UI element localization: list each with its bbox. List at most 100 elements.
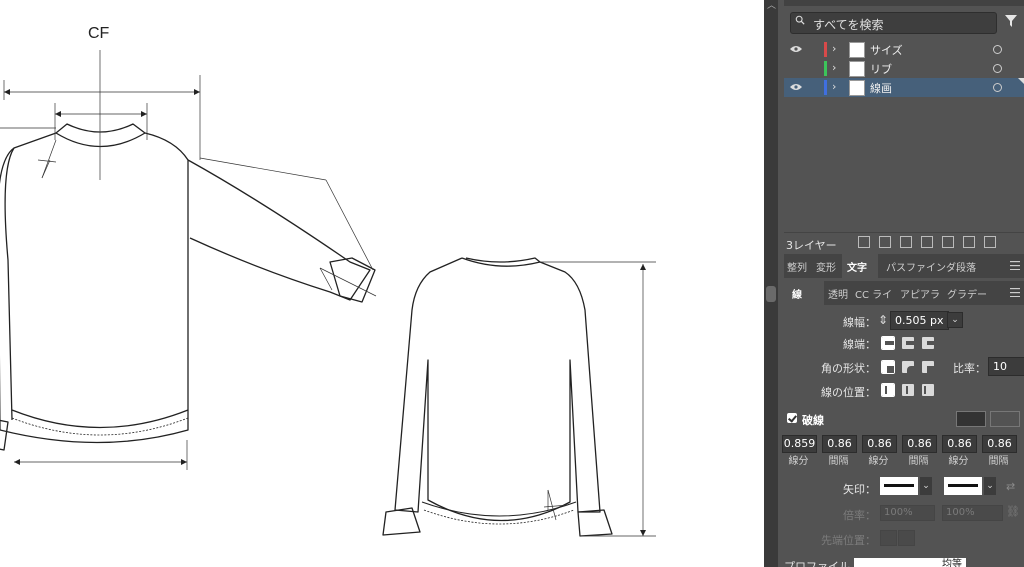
end-arrowhead-dropdown[interactable]: ⌄: [984, 477, 996, 495]
stroke-weight-input[interactable]: 0.505 px: [890, 311, 949, 330]
expand-chevron-icon[interactable]: ›: [832, 42, 836, 55]
dash-2-input[interactable]: 0.86: [862, 435, 897, 453]
delete-layer-icon[interactable]: [984, 236, 996, 248]
round-join-icon[interactable]: [902, 361, 914, 373]
dash-caption: 線分: [948, 456, 969, 467]
tab-appearance[interactable]: アピアラ: [900, 286, 940, 301]
gap-1-input[interactable]: 0.86: [822, 435, 857, 453]
new-layer-icon[interactable]: [963, 236, 975, 248]
search-placeholder: すべてを検索: [813, 18, 884, 32]
selection-indicator-icon: [1018, 78, 1024, 84]
align-inside-icon[interactable]: [902, 384, 914, 396]
gap-caption: 間隔: [988, 456, 1009, 467]
locate-object-icon[interactable]: [900, 236, 912, 248]
dash-1-input[interactable]: 0.859: [782, 435, 817, 453]
bevel-join-icon[interactable]: [922, 361, 934, 373]
tab-character[interactable]: 文字: [847, 259, 867, 274]
layer-row-size[interactable]: › サイズ: [784, 40, 1024, 59]
layer-target-icon[interactable]: [993, 45, 1002, 54]
layer-color-swatch: [824, 42, 827, 57]
start-arrowhead-select[interactable]: [880, 477, 918, 495]
link-scale-icon[interactable]: ⛓: [1006, 505, 1020, 518]
projecting-cap-icon[interactable]: [922, 337, 934, 349]
dash-3-input[interactable]: 0.86: [942, 435, 977, 453]
panel-menu-icon[interactable]: [1010, 261, 1020, 270]
new-sublayer-icon[interactable]: [942, 236, 954, 248]
stroke-weight-dropdown[interactable]: ⌄: [947, 312, 963, 328]
collapse-chevron-icon[interactable]: ︿: [767, 0, 776, 11]
export-icon[interactable]: [879, 236, 891, 248]
stepper-icon[interactable]: ⇕: [878, 313, 888, 327]
panel-menu-icon[interactable]: [1010, 288, 1020, 297]
back-hem-stitch: [423, 509, 575, 525]
profile-select[interactable]: 均等: [854, 558, 966, 567]
align-stroke-label: 線の位置：: [821, 386, 876, 399]
gap-2-input[interactable]: 0.86: [902, 435, 937, 453]
tab-paragraph[interactable]: 段落: [956, 259, 976, 274]
eye-icon[interactable]: [790, 45, 802, 53]
layer-color-swatch: [824, 80, 827, 95]
sleeve-length-line: [199, 157, 327, 181]
miter-ratio-input[interactable]: 10: [988, 357, 1024, 376]
front-body: [0, 132, 189, 444]
tab-gradient[interactable]: グラデー: [947, 286, 987, 301]
expand-chevron-icon[interactable]: ›: [832, 80, 836, 93]
tab-transform[interactable]: 変形: [816, 259, 836, 274]
panel-grip-handle[interactable]: [766, 286, 776, 302]
gap-3-input[interactable]: 0.86: [982, 435, 1017, 453]
layer-row-rib[interactable]: › リブ: [784, 59, 1024, 78]
cap-label: 線端：: [843, 338, 876, 351]
gap-caption: 間隔: [908, 456, 929, 467]
layer-search-input[interactable]: すべてを検索: [790, 12, 997, 34]
align-center-icon[interactable]: [881, 383, 895, 397]
tab-pathfinder[interactable]: パスファインダ: [886, 259, 956, 274]
end-scale-input[interactable]: 100%: [942, 505, 1003, 521]
filter-icon[interactable]: [1005, 15, 1017, 27]
layer-name[interactable]: サイズ: [870, 42, 903, 58]
scale-label: 倍率：: [843, 509, 876, 522]
round-cap-icon[interactable]: [902, 337, 914, 349]
garment-drawing: [0, 50, 656, 537]
artboard-canvas[interactable]: CF: [0, 0, 764, 567]
gap-caption: 間隔: [828, 456, 849, 467]
layer-name[interactable]: リブ: [870, 61, 892, 77]
ratio-label: 比率：: [953, 362, 986, 375]
expand-chevron-icon[interactable]: ›: [832, 61, 836, 74]
eye-icon[interactable]: [790, 83, 802, 91]
panel-collapse-strip[interactable]: ︿: [764, 0, 778, 567]
profile-label: プロファイル: [784, 560, 850, 567]
collect-export-icon[interactable]: [858, 236, 870, 248]
tip-extend-icon[interactable]: [880, 530, 897, 546]
tab-transparency[interactable]: 透明: [828, 286, 848, 301]
miter-join-icon[interactable]: [881, 360, 895, 374]
layer-color-swatch: [824, 61, 827, 76]
panel-tab-bar-1: 整列 変形 文字 パスファインダ 段落: [784, 254, 1024, 278]
cf-label: CF: [88, 25, 110, 42]
back-neck: [461, 257, 541, 267]
end-arrowhead-select[interactable]: [944, 477, 982, 495]
dashed-line-label: 破線: [802, 414, 824, 427]
butt-cap-icon[interactable]: [881, 336, 895, 350]
layer-count: 3レイヤー: [786, 239, 837, 252]
swap-arrowheads-icon[interactable]: ⇄: [1006, 480, 1015, 493]
panel-tab-bar-2: 線 透明 CC ライ アピアラ グラデー: [784, 281, 1024, 305]
tip-place-icon[interactable]: [898, 530, 915, 546]
align-outside-icon[interactable]: [922, 384, 934, 396]
back-right-cuff: [577, 509, 613, 537]
tab-align[interactable]: 整列: [787, 259, 807, 274]
tab-stroke[interactable]: 線: [792, 286, 802, 301]
layer-row-line-art[interactable]: › 線画: [784, 78, 1024, 97]
start-arrowhead-dropdown[interactable]: ⌄: [920, 477, 932, 495]
layer-target-icon[interactable]: [993, 83, 1002, 92]
layer-name[interactable]: 線画: [870, 80, 892, 96]
layer-thumbnail: [849, 80, 865, 96]
dashed-line-checkbox[interactable]: [787, 413, 797, 423]
layer-target-icon[interactable]: [993, 64, 1002, 73]
clipping-mask-icon[interactable]: [921, 236, 933, 248]
front-left-sleeve-edge: [4, 147, 15, 421]
align-dash-corners-icon[interactable]: [990, 411, 1020, 427]
preserve-dash-icon[interactable]: [956, 411, 986, 427]
start-scale-input[interactable]: 100%: [880, 505, 935, 521]
tab-cc-libraries[interactable]: CC ライ: [855, 286, 892, 301]
front-hem: [11, 409, 189, 429]
